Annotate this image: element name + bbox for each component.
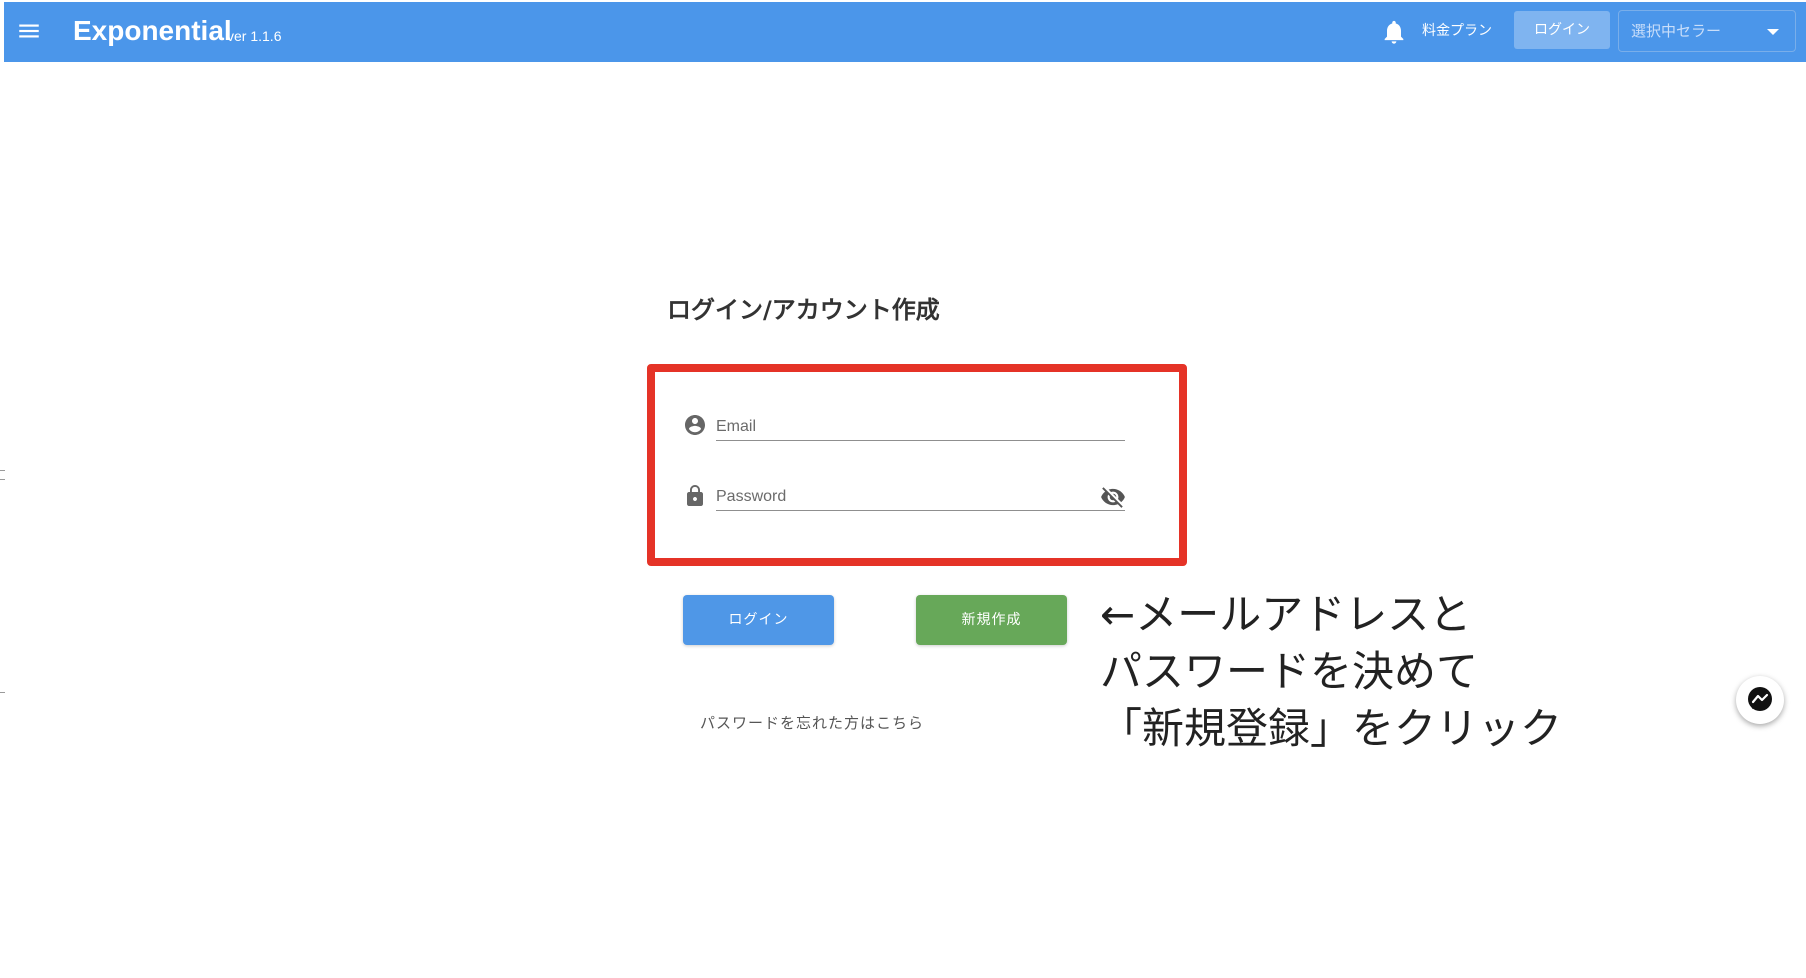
password-field[interactable]	[716, 484, 1125, 511]
chevron-down-icon	[1767, 29, 1779, 35]
edge-mark	[0, 692, 5, 693]
app-title: Exponential	[73, 15, 232, 46]
annotation-line: ←メールアドレスと	[1100, 590, 1472, 639]
edge-mark	[0, 479, 5, 480]
messenger-chat-button[interactable]	[1736, 676, 1784, 724]
forgot-password-link[interactable]: パスワードを忘れた方はこちら	[700, 712, 924, 734]
app-bar: Exponential ver 1.1.6 料金プラン ログイン 選択中セラー	[4, 2, 1806, 62]
seller-select-value: 選択中セラー	[1631, 22, 1722, 40]
annotation-line: 「新規登録」をクリック	[1100, 704, 1563, 753]
seller-select[interactable]: 選択中セラー	[1618, 10, 1796, 52]
edge-mark	[0, 470, 5, 471]
lock-icon	[683, 484, 707, 508]
menu-icon[interactable]	[16, 18, 42, 44]
annotation-line: パスワードを決めて	[1100, 647, 1479, 696]
create-account-button[interactable]: 新規作成	[916, 595, 1067, 645]
page-title: ログイン/アカウント作成	[667, 296, 940, 324]
messenger-icon	[1748, 687, 1772, 711]
email-field[interactable]	[716, 414, 1125, 441]
header-login-button[interactable]: ログイン	[1514, 11, 1610, 49]
login-button[interactable]: ログイン	[683, 595, 834, 645]
app-version: ver 1.1.6	[227, 28, 282, 44]
eye-off-icon[interactable]	[1100, 484, 1126, 510]
annotation-text: ←メールアドレスと パスワードを決めて 「新規登録」をクリック	[1100, 586, 1660, 757]
bell-icon[interactable]	[1380, 18, 1408, 46]
annotation-highlight-box	[647, 364, 1187, 566]
pricing-plan-link[interactable]: 料金プラン	[1422, 20, 1492, 42]
account-circle-icon	[683, 413, 707, 437]
